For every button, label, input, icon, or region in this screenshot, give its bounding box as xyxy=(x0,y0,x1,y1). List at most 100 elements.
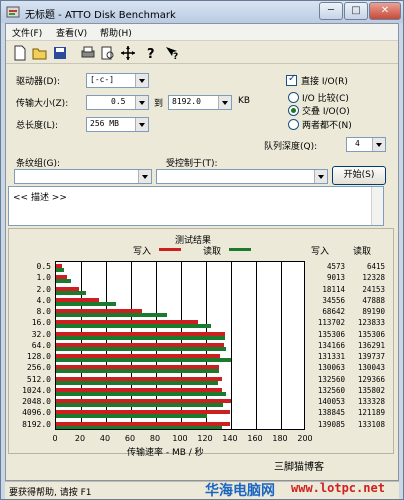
read-value-text: 129366 xyxy=(357,374,385,384)
write-value-text: 4573 xyxy=(326,262,345,271)
direct-io-label: 直接 I/O(R) xyxy=(301,77,348,87)
description-scrollbar[interactable] xyxy=(371,187,383,225)
read-value-text: 24153 xyxy=(362,284,385,294)
print-icon[interactable] xyxy=(80,45,96,61)
x-tick-label: 120 xyxy=(197,434,213,443)
read-value-text: 47888 xyxy=(362,295,385,305)
x-tick-label: 60 xyxy=(124,434,136,443)
gridline xyxy=(256,262,257,429)
new-file-icon[interactable] xyxy=(12,45,28,61)
neither-label: 两者都不(N) xyxy=(302,121,352,131)
queue-depth-label: 队列深度(Q): xyxy=(264,142,318,152)
stripe-group-label: 条纹组(G): xyxy=(16,159,61,169)
stripe-group-select[interactable] xyxy=(14,169,152,184)
read-value-text: 6415 xyxy=(366,262,385,271)
write-value-text: 140053 xyxy=(317,397,345,407)
x-tick-label: 180 xyxy=(272,434,288,443)
print-preview-icon[interactable] xyxy=(100,45,116,61)
app-icon xyxy=(6,6,20,18)
chevron-down-icon[interactable] xyxy=(372,138,385,151)
y-tick-label: 1.0 xyxy=(36,273,51,283)
menu-file[interactable]: 文件(F) xyxy=(12,26,42,39)
total-length-label: 总长度(L): xyxy=(16,121,59,131)
chevron-down-icon[interactable] xyxy=(135,74,148,87)
drive-label: 驱动器(D): xyxy=(16,77,60,87)
help-icon[interactable]: ? xyxy=(144,45,160,61)
chevron-down-icon[interactable] xyxy=(135,118,148,131)
chevron-down-icon[interactable] xyxy=(135,96,148,109)
title-bar[interactable]: 无标题 - ATTO Disk Benchmark ─ □ ✕ xyxy=(1,1,403,23)
status-text: 要获得帮助, 请按 F1 xyxy=(9,488,92,498)
legend-write-label: 写入 xyxy=(133,247,152,257)
write-column-header: 写入 xyxy=(311,247,330,257)
read-bar xyxy=(56,358,231,363)
toolbar: ? ? xyxy=(6,42,398,64)
read-value-text: 12328 xyxy=(362,273,385,283)
read-bar xyxy=(56,414,208,419)
svg-text:?: ? xyxy=(147,47,155,61)
drive-select[interactable]: [-c-] xyxy=(86,73,149,88)
client-area: 文件(F) 查看(V) 帮助(H) ? ? 驱动器(D): [-c-] 传输大小… xyxy=(5,23,399,481)
read-bar xyxy=(56,313,168,318)
context-help-icon[interactable]: ? xyxy=(164,45,180,61)
start-button[interactable]: 开始(S) xyxy=(332,166,386,185)
y-tick-label: 2048.0 xyxy=(22,397,51,407)
direct-io-checkbox[interactable] xyxy=(286,73,297,86)
description-box[interactable]: << 描述 >> xyxy=(8,186,384,226)
close-button[interactable]: ✕ xyxy=(369,2,401,20)
menu-help[interactable]: 帮助(H) xyxy=(100,26,132,39)
overlap-io-radio[interactable] xyxy=(288,105,299,116)
y-tick-label: 32.0 xyxy=(31,329,51,339)
y-tick-label: 4.0 xyxy=(36,295,51,305)
y-tick-label: 8.0 xyxy=(36,307,51,317)
write-value-text: 135306 xyxy=(317,329,345,339)
x-tick-label: 140 xyxy=(222,434,238,443)
move-icon[interactable] xyxy=(120,45,136,61)
site-url-watermark: www.lotpc.net xyxy=(291,481,385,495)
overlap-io-label: 交叠 I/O(O) xyxy=(302,107,350,117)
transfer-from-select[interactable]: 0.5 xyxy=(86,95,149,110)
y-tick-label: 128.0 xyxy=(26,352,51,362)
x-tick-label: 100 xyxy=(172,434,188,443)
legend-read-label: 读取 xyxy=(203,247,222,257)
minimize-button[interactable]: ─ xyxy=(319,2,343,20)
open-folder-icon[interactable] xyxy=(32,45,48,61)
results-chart: 测试结果 写入 读取 写入 读取 0.5 1.0 2.0 4.0 8.0 16.0 32.0… xyxy=(8,228,394,458)
chevron-down-icon[interactable] xyxy=(218,96,231,109)
chevron-down-icon[interactable] xyxy=(314,170,327,183)
read-bar xyxy=(56,403,223,408)
y-tick-label: 512.0 xyxy=(26,374,51,384)
chevron-down-icon[interactable] xyxy=(138,170,151,183)
controlled-by-label: 受控制于(T): xyxy=(166,159,218,169)
write-value-text: 130063 xyxy=(317,363,345,373)
io-compare-radio[interactable] xyxy=(288,92,299,103)
total-length-select[interactable]: 256 MB xyxy=(86,117,149,132)
controlled-by-select[interactable] xyxy=(156,169,328,184)
y-tick-label: 4096.0 xyxy=(22,408,51,418)
site-watermark: 华海电脑网 xyxy=(205,483,275,499)
y-tick-label: 256.0 xyxy=(26,363,51,373)
x-tick-label: 20 xyxy=(74,434,86,443)
read-value-text: 135802 xyxy=(357,385,385,395)
neither-radio[interactable] xyxy=(288,119,299,130)
gridline xyxy=(231,262,232,429)
save-icon[interactable] xyxy=(52,45,68,61)
y-tick-label: 8192.0 xyxy=(22,419,51,429)
queue-depth-select[interactable]: 4 xyxy=(346,137,386,152)
drive-value: [-c-] xyxy=(90,75,115,84)
menu-view[interactable]: 查看(V) xyxy=(56,26,87,39)
write-value-text: 132560 xyxy=(317,374,345,384)
window-title: 无标题 - ATTO Disk Benchmark xyxy=(25,10,176,21)
x-tick-label: 200 xyxy=(297,434,313,443)
read-bar xyxy=(56,268,65,272)
write-value-text: 34556 xyxy=(322,295,345,305)
read-bar xyxy=(56,391,226,396)
legend-write-swatch xyxy=(159,248,181,251)
maximize-button[interactable]: □ xyxy=(344,2,368,20)
transfer-size-label: 传输大小(Z): xyxy=(16,99,69,109)
transfer-to-select[interactable]: 8192.0 xyxy=(168,95,232,110)
y-tick-label: 16.0 xyxy=(31,318,51,328)
read-value-text: 121189 xyxy=(357,408,385,418)
gridline xyxy=(281,262,282,429)
write-value-text: 68642 xyxy=(322,307,345,317)
